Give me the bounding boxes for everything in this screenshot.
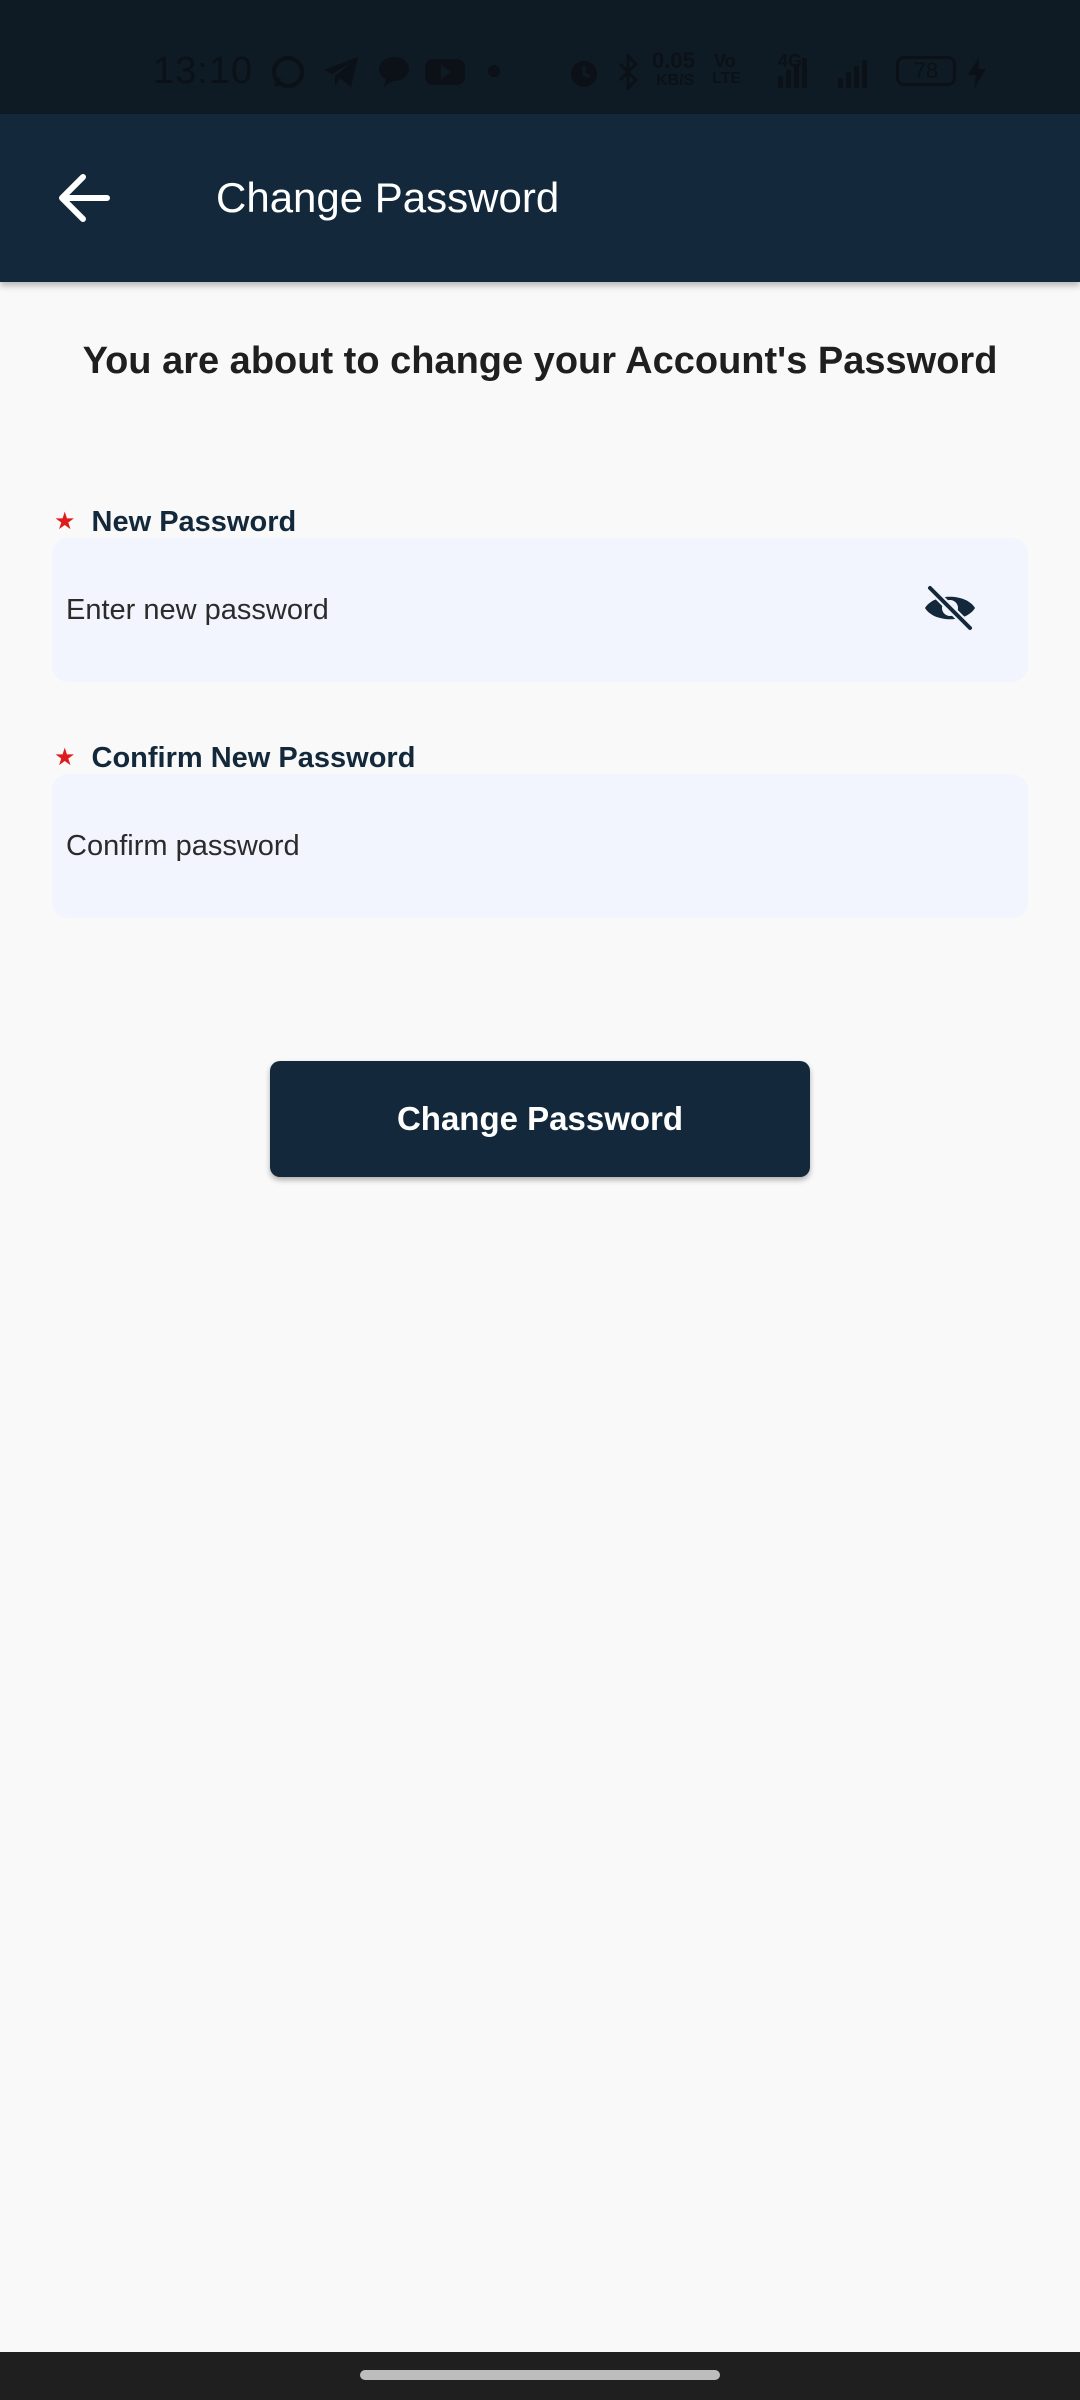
app-bar: Change Password: [0, 114, 1080, 282]
bluetooth-icon: [616, 52, 640, 95]
new-password-field: [52, 538, 1028, 682]
new-password-label-text: New Password: [91, 506, 297, 538]
system-nav-bar: [0, 2352, 1080, 2400]
home-gesture-handle[interactable]: [360, 2370, 720, 2380]
new-password-input[interactable]: [66, 538, 886, 682]
network-speed-value: 0.05: [652, 48, 695, 73]
chat-bubble-icon: [376, 54, 412, 95]
volte-bottom: LTE: [712, 70, 742, 87]
confirm-password-input[interactable]: [66, 774, 886, 918]
back-button[interactable]: [44, 164, 124, 236]
intro-text: You are about to change your Account's P…: [82, 340, 998, 382]
change-password-button[interactable]: Change Password: [270, 1061, 810, 1177]
required-star: ★: [54, 744, 76, 771]
eye-off-icon: [922, 583, 978, 637]
arrow-left-icon: [57, 173, 111, 228]
whatsapp-icon: [270, 54, 306, 95]
youtube-icon: [424, 54, 466, 95]
charging-icon: [966, 56, 988, 95]
required-star: ★: [54, 508, 76, 535]
confirm-password-label-text: Confirm New Password: [91, 742, 416, 774]
battery-indicator: 78: [896, 56, 956, 86]
signal-icon: [836, 54, 870, 95]
notification-dot-icon: [488, 64, 500, 82]
alarm-icon: [566, 54, 602, 95]
telegram-icon: [322, 54, 360, 95]
page-title: Change Password: [216, 174, 560, 221]
new-password-label: ★ New Password: [54, 502, 296, 542]
signal-icon: [776, 54, 808, 95]
password-visibility-toggle[interactable]: [920, 580, 980, 640]
volte-top: Vo: [714, 51, 736, 71]
status-time: 13:10: [153, 50, 254, 92]
status-bar: 13:10 0.05 KB/S Vo LTE 4G 78: [0, 0, 1080, 114]
network-speed-unit: KB/S: [656, 72, 695, 89]
confirm-password-field: [52, 774, 1028, 918]
confirm-password-label: ★ Confirm New Password: [54, 738, 415, 778]
